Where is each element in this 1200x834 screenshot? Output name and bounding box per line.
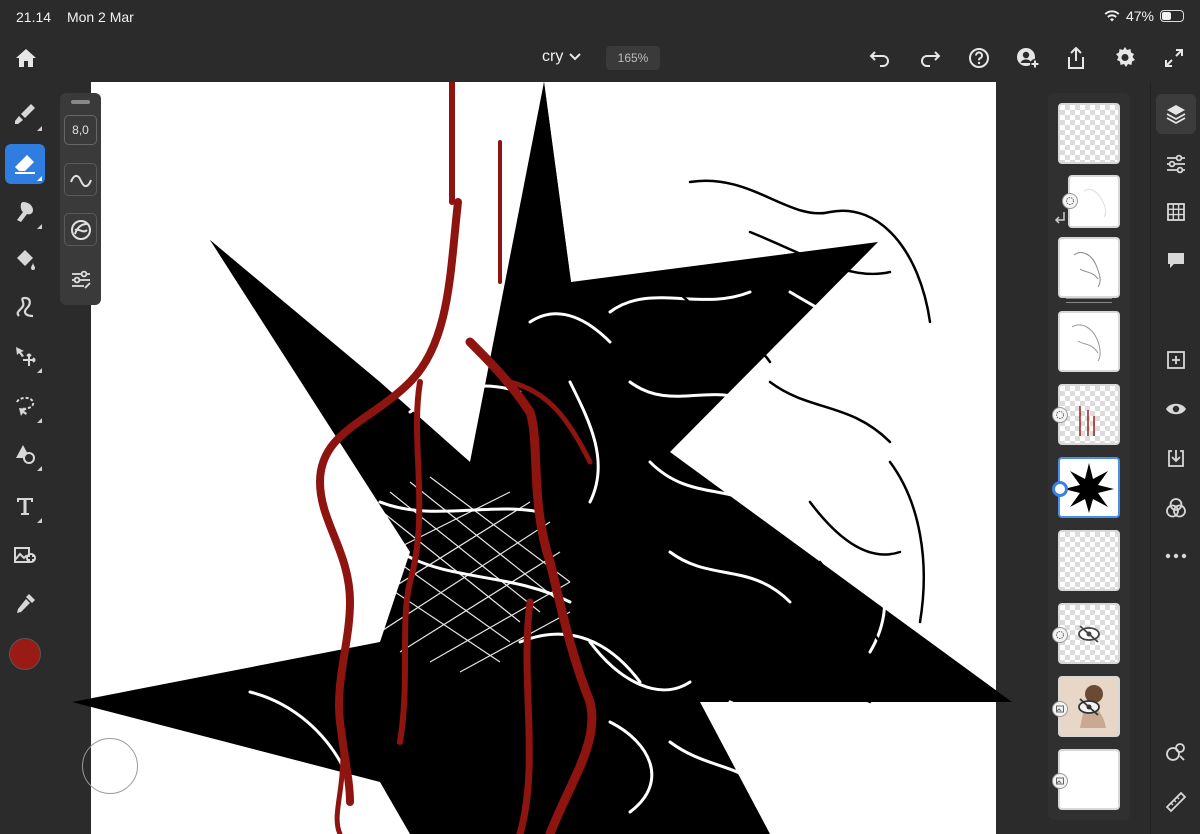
- mask-badge-icon: [1052, 407, 1068, 423]
- wifi-icon: [1104, 10, 1120, 22]
- settings-icon[interactable]: [1107, 40, 1143, 76]
- right-rail: [1150, 82, 1200, 834]
- selected-layer-indicator: [1052, 481, 1068, 497]
- adjustments-button[interactable]: [1156, 144, 1196, 184]
- brush-settings-panel: 8,0: [60, 93, 101, 305]
- zoom-level[interactable]: 165%: [606, 46, 660, 70]
- lasso-icon: [16, 396, 35, 416]
- image-badge-icon: [1052, 701, 1068, 717]
- add-layer-icon: [1167, 351, 1185, 369]
- layers-button[interactable]: [1156, 94, 1196, 134]
- hidden-eye-icon: [1078, 625, 1100, 643]
- document-title[interactable]: cry: [542, 48, 582, 66]
- invite-icon[interactable]: [1010, 40, 1046, 76]
- brush-icon: [15, 104, 35, 124]
- mask-badge-icon: [1052, 627, 1068, 643]
- move-icon: [16, 347, 36, 366]
- battery-icon: [1160, 10, 1184, 22]
- wave-icon: [69, 174, 92, 187]
- status-time: 21.14: [16, 9, 52, 25]
- brush-preset-button[interactable]: [64, 213, 97, 246]
- smoothing-button[interactable]: [64, 163, 97, 196]
- eraser-icon: [15, 155, 35, 174]
- fullscreen-icon[interactable]: [1156, 40, 1192, 76]
- shapes-icon: [1166, 743, 1185, 761]
- eyedropper-tool[interactable]: [5, 584, 45, 624]
- sliders-icon: [71, 270, 91, 289]
- share-icon[interactable]: [1058, 40, 1094, 76]
- more-icon: [1165, 553, 1187, 559]
- mask-badge-icon: [1062, 193, 1078, 209]
- fill-icon: [17, 250, 35, 270]
- canvas[interactable]: [50, 82, 1048, 834]
- panel-grip[interactable]: [71, 100, 90, 104]
- layers-panel: [1048, 93, 1130, 820]
- text-tool[interactable]: [5, 486, 45, 526]
- grid-button[interactable]: [1156, 192, 1196, 232]
- comments-button[interactable]: [1156, 240, 1196, 280]
- touch-modifier[interactable]: [82, 738, 138, 794]
- smudge-icon: [17, 202, 33, 222]
- undo-icon[interactable]: [862, 40, 898, 76]
- add-layer-button[interactable]: [1156, 340, 1196, 380]
- home-icon[interactable]: [8, 40, 44, 76]
- layer-thumbnail[interactable]: [1058, 237, 1120, 298]
- ruler-icon: [1165, 791, 1187, 813]
- transform-icon: [16, 445, 35, 464]
- comment-icon: [1168, 253, 1184, 268]
- grid-icon: [1167, 203, 1185, 221]
- place-image-icon: [14, 547, 36, 563]
- document-name: cry: [542, 48, 564, 65]
- ruler-button[interactable]: [1156, 782, 1196, 822]
- visibility-button[interactable]: [1156, 389, 1196, 429]
- visibility-icon: [1166, 403, 1186, 415]
- chevron-down-icon: [569, 53, 582, 61]
- redo-icon[interactable]: [912, 40, 948, 76]
- battery-percent: 47%: [1125, 8, 1154, 24]
- text-icon: [17, 498, 33, 515]
- brush-size-field[interactable]: 8,0: [64, 115, 97, 145]
- artwork: [72, 82, 1012, 834]
- brush-options-button[interactable]: [64, 263, 97, 296]
- status-bar: 21.14 Mon 2 Mar 47%: [0, 0, 1200, 34]
- transform-tool[interactable]: [5, 434, 45, 474]
- left-toolbar: [0, 82, 50, 834]
- eraser-tool[interactable]: [5, 144, 45, 184]
- layer-thumbnail[interactable]: [1058, 103, 1120, 164]
- layers-icon: [1166, 105, 1186, 125]
- more-options-button[interactable]: [1156, 536, 1196, 576]
- fill-tool[interactable]: [5, 240, 45, 280]
- image-badge-icon: [1052, 773, 1068, 789]
- import-button[interactable]: [1156, 438, 1196, 478]
- shapes-button[interactable]: [1156, 732, 1196, 772]
- lasso-tool[interactable]: [5, 386, 45, 426]
- adjustments-icon: [1167, 154, 1185, 174]
- current-color-swatch[interactable]: [9, 638, 41, 670]
- liquify-icon: [16, 296, 34, 318]
- layer-thumbnail[interactable]: [1058, 530, 1120, 591]
- blend-mode-button[interactable]: [1156, 488, 1196, 528]
- help-icon[interactable]: [961, 40, 997, 76]
- top-toolbar: cry 165%: [0, 34, 1200, 82]
- smudge-tool[interactable]: [5, 192, 45, 232]
- move-tool[interactable]: [5, 336, 45, 376]
- liquify-tool[interactable]: [5, 288, 45, 328]
- eyedropper-icon: [17, 594, 35, 613]
- import-icon: [1168, 450, 1184, 467]
- brush-tip-icon: [70, 219, 91, 240]
- status-date: Mon 2 Mar: [66, 9, 134, 25]
- blend-icon: [1166, 498, 1186, 518]
- brush-tool[interactable]: [5, 94, 45, 134]
- layer-thumbnail[interactable]: [1058, 311, 1120, 372]
- clip-arrow-icon: [1054, 212, 1065, 224]
- place-image-tool[interactable]: [5, 534, 45, 574]
